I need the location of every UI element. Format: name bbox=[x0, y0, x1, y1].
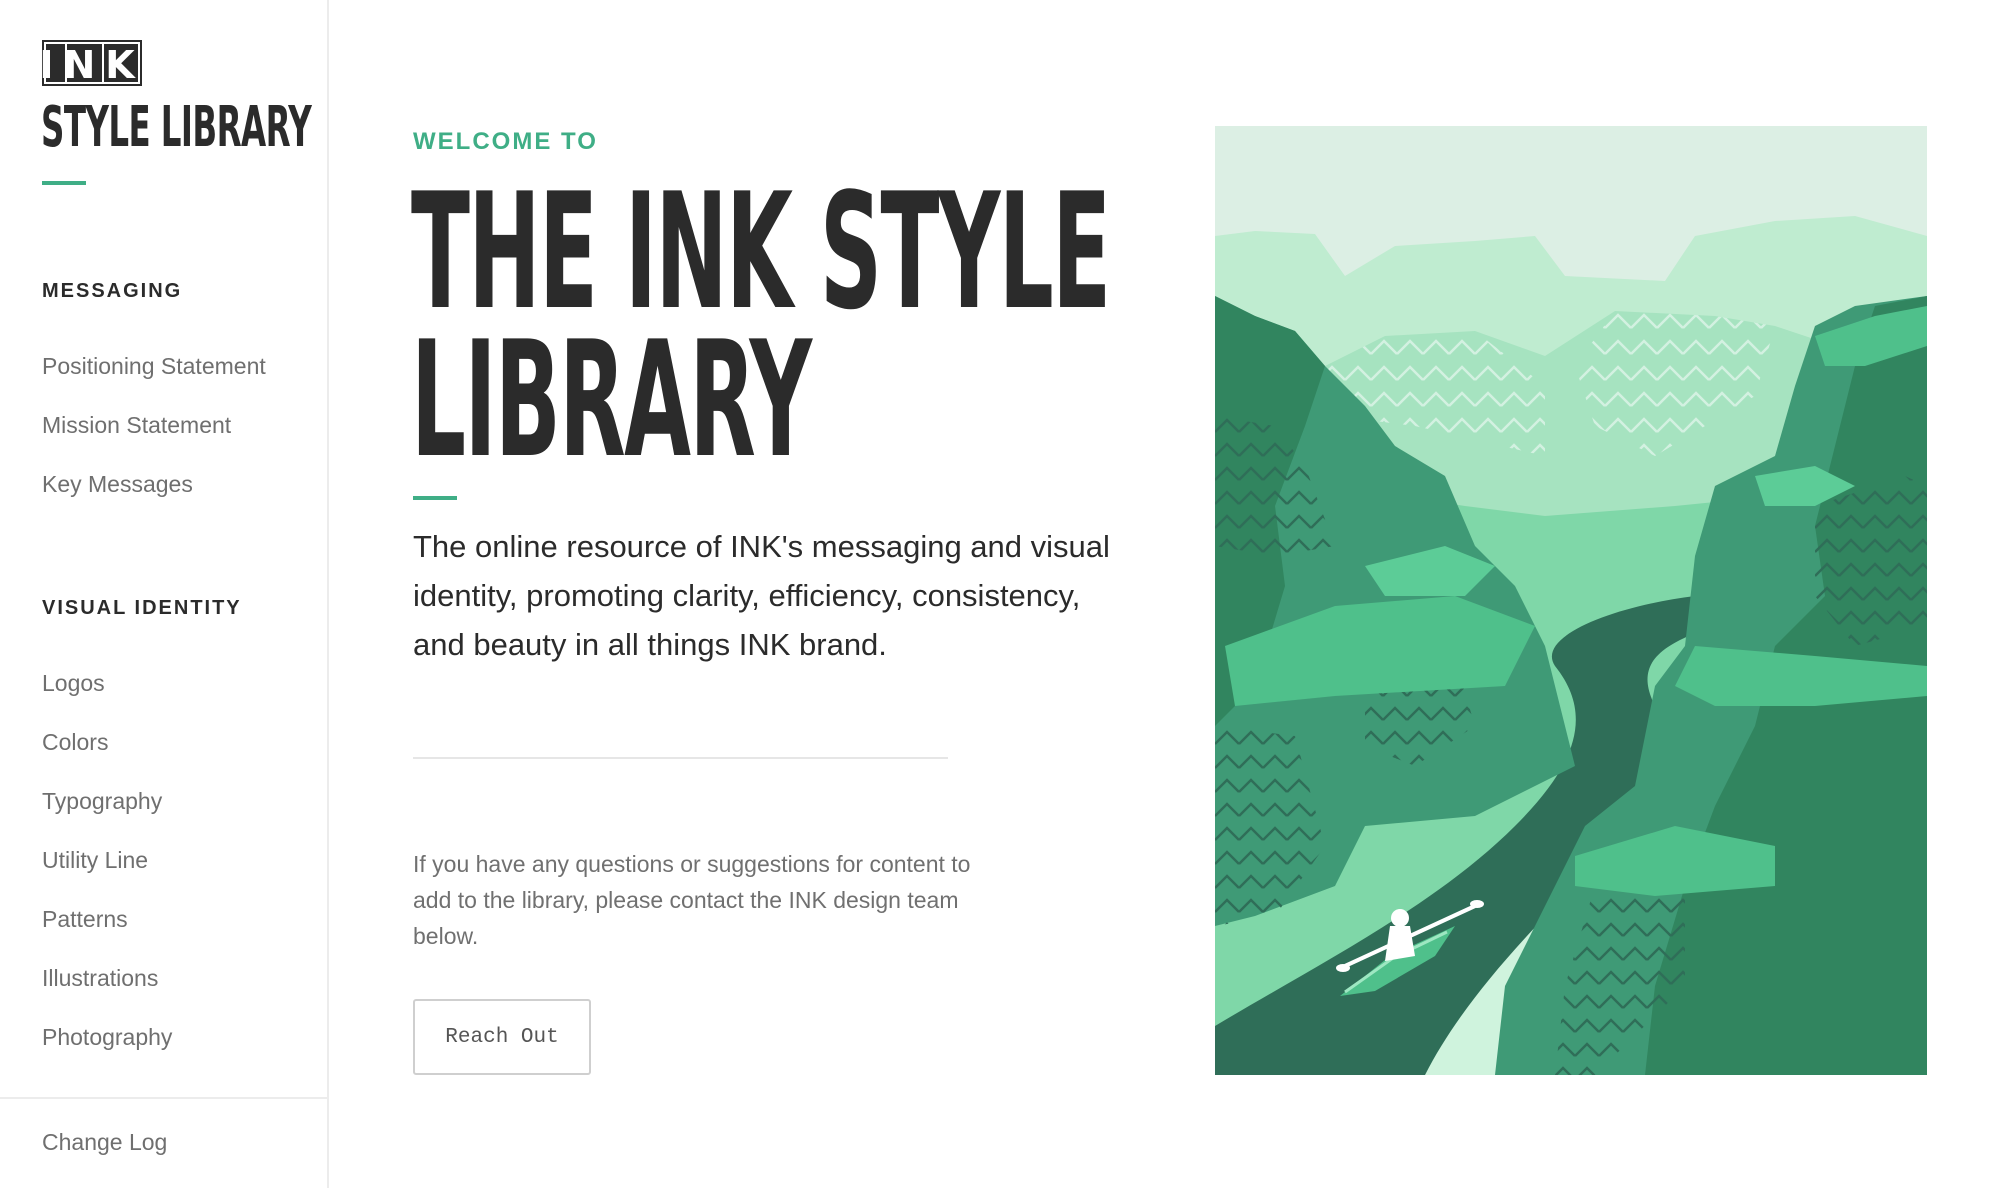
nav-item-logos[interactable]: Logos bbox=[42, 670, 105, 697]
svg-text:INK: INK bbox=[42, 43, 142, 86]
sidebar-accent-bar bbox=[42, 181, 86, 185]
sidebar-divider bbox=[0, 1097, 329, 1099]
nav-item-colors[interactable]: Colors bbox=[42, 729, 108, 756]
nav-item-key-messages[interactable]: Key Messages bbox=[42, 471, 193, 498]
canyon-kayak-illustration bbox=[1215, 126, 1927, 1075]
sidebar: INK STYLE LIBRARY MESSAGING Positioning … bbox=[0, 0, 329, 1188]
nav-item-utility-line[interactable]: Utility Line bbox=[42, 847, 148, 874]
nav-item-patterns[interactable]: Patterns bbox=[42, 906, 128, 933]
intro-paragraph: The online resource of INK's messaging a… bbox=[413, 529, 1110, 662]
sidebar-title[interactable]: STYLE LIBRARY bbox=[41, 100, 312, 156]
nav-item-typography[interactable]: Typography bbox=[42, 788, 162, 815]
nav-heading-visual-identity: VISUAL IDENTITY bbox=[42, 597, 242, 619]
reach-out-button[interactable]: Reach Out bbox=[413, 999, 591, 1075]
ink-logo-icon: INK bbox=[42, 40, 142, 86]
title-accent-bar bbox=[413, 496, 457, 500]
nav-item-illustrations[interactable]: Illustrations bbox=[42, 965, 158, 992]
page-title: THE INK STYLE LIBRARY bbox=[411, 158, 1111, 493]
nav-item-change-log[interactable]: Change Log bbox=[42, 1129, 167, 1156]
page-title-line-2: LIBRARY bbox=[411, 306, 812, 493]
contact-paragraph: If you have any questions or suggestions… bbox=[413, 851, 971, 949]
nav-item-mission-statement[interactable]: Mission Statement bbox=[42, 412, 231, 439]
ink-logo[interactable]: INK bbox=[42, 40, 142, 86]
eyebrow-text: WELCOME TO bbox=[413, 128, 598, 155]
nav-item-positioning-statement[interactable]: Positioning Statement bbox=[42, 353, 266, 380]
content-divider bbox=[413, 757, 948, 759]
nav-heading-messaging: MESSAGING bbox=[42, 280, 183, 302]
page-title-line-1: THE INK STYLE bbox=[411, 158, 1111, 345]
nav-item-photography[interactable]: Photography bbox=[42, 1024, 172, 1051]
